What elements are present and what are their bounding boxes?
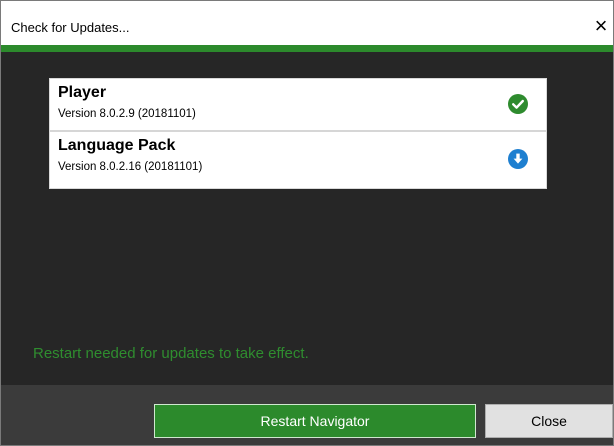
check-updates-window: Check for Updates... × Player Version 8.… (0, 0, 614, 446)
close-button[interactable]: Close (485, 404, 613, 438)
checkmark-circle-icon (508, 94, 528, 114)
window-title: Check for Updates... (11, 20, 130, 35)
item-name: Language Pack (58, 137, 176, 154)
restart-message: Restart needed for updates to take effec… (33, 345, 309, 362)
content-area: Player Version 8.0.2.9 (20181101) Langua… (1, 52, 613, 385)
item-version: Version 8.0.2.9 (20181101) (58, 108, 196, 120)
download-circle-icon (508, 149, 528, 169)
item-version: Version 8.0.2.16 (20181101) (58, 161, 203, 173)
list-item-language-pack: Language Pack Version 8.0.2.16 (20181101… (50, 132, 546, 188)
button-bar: Restart Navigator Close (1, 385, 613, 445)
restart-navigator-button[interactable]: Restart Navigator (154, 404, 476, 438)
window-close-icon[interactable]: × (591, 14, 611, 38)
title-bar: Check for Updates... × (1, 1, 613, 52)
item-name: Player (58, 84, 107, 101)
update-list: Player Version 8.0.2.9 (20181101) Langua… (49, 78, 547, 189)
list-item-player: Player Version 8.0.2.9 (20181101) (50, 79, 546, 132)
